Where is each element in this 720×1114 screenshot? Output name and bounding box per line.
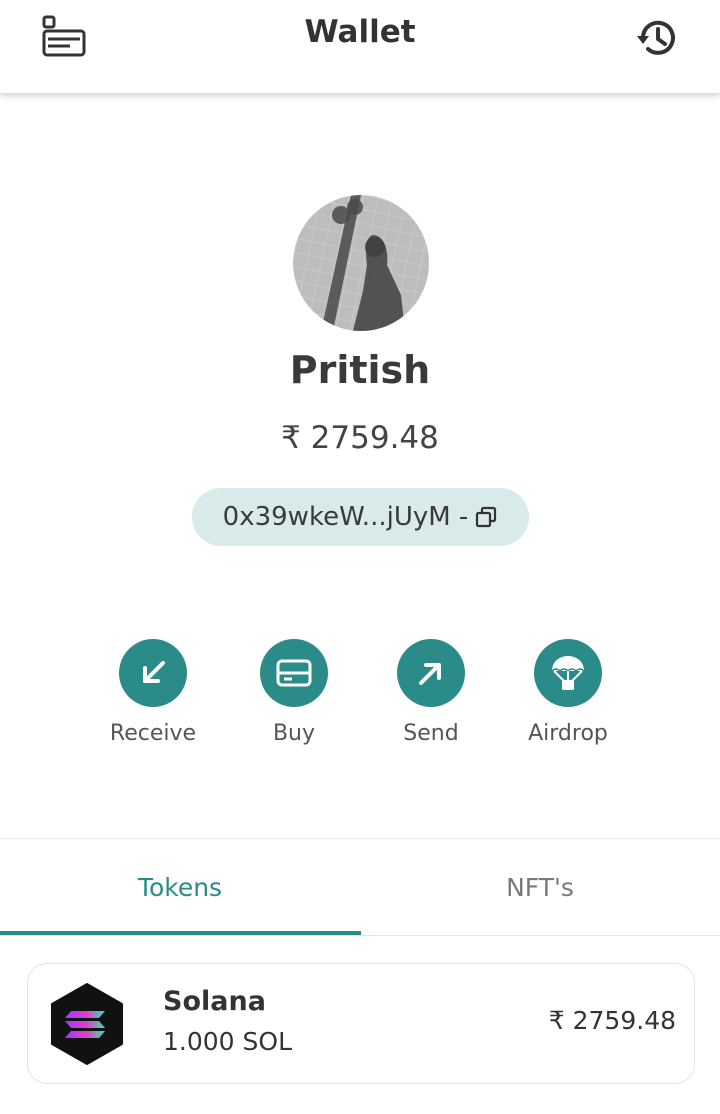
airdrop-label: Airdrop: [528, 721, 608, 746]
receive-label: Receive: [109, 721, 197, 746]
tab-tokens[interactable]: Tokens: [0, 839, 360, 935]
history-button[interactable]: [633, 14, 681, 62]
wallet-screen: Wallet Pritish ₹ 2759.48 0x39wkeW...jUyM…: [0, 0, 720, 1114]
wallet-balance: ₹ 2759.48: [281, 420, 439, 456]
avatar[interactable]: [293, 195, 429, 331]
airdrop-button[interactable]: Airdrop: [508, 639, 628, 746]
card-icon: [276, 659, 312, 687]
history-icon: [637, 20, 675, 55]
arrow-up-right-icon: [419, 663, 441, 685]
copy-icon: [474, 505, 498, 529]
parachute-icon: [551, 656, 585, 690]
send-icon-circle: [397, 639, 465, 707]
send-label: Send: [403, 721, 459, 746]
app-header: Wallet: [0, 0, 720, 93]
wallet-address: 0x39wkeW...jUyM -: [222, 502, 469, 532]
receive-icon-circle: [119, 639, 187, 707]
page-title: Wallet: [304, 14, 416, 50]
user-name: Pritish: [289, 348, 431, 392]
avatar-image: [293, 195, 429, 331]
send-button[interactable]: Send: [371, 639, 491, 746]
wallet-address-button[interactable]: 0x39wkeW...jUyM -: [192, 488, 529, 546]
solana-logo-icon: [51, 983, 123, 1065]
arrow-down-left-icon: [143, 661, 165, 683]
tab-nfts[interactable]: NFT's: [360, 839, 720, 935]
receive-button[interactable]: Receive: [93, 639, 213, 746]
airdrop-icon-circle: [534, 639, 602, 707]
token-list-item[interactable]: Solana 1.000 SOL ₹ 2759.48: [27, 963, 695, 1084]
token-name: Solana: [163, 986, 266, 1017]
buy-icon-circle: [260, 639, 328, 707]
buy-button[interactable]: Buy: [234, 639, 354, 746]
divider: [0, 935, 720, 936]
buy-label: Buy: [272, 721, 316, 746]
token-amount: 1.000 SOL: [163, 1027, 292, 1056]
token-value: ₹ 2759.48: [548, 1006, 676, 1035]
